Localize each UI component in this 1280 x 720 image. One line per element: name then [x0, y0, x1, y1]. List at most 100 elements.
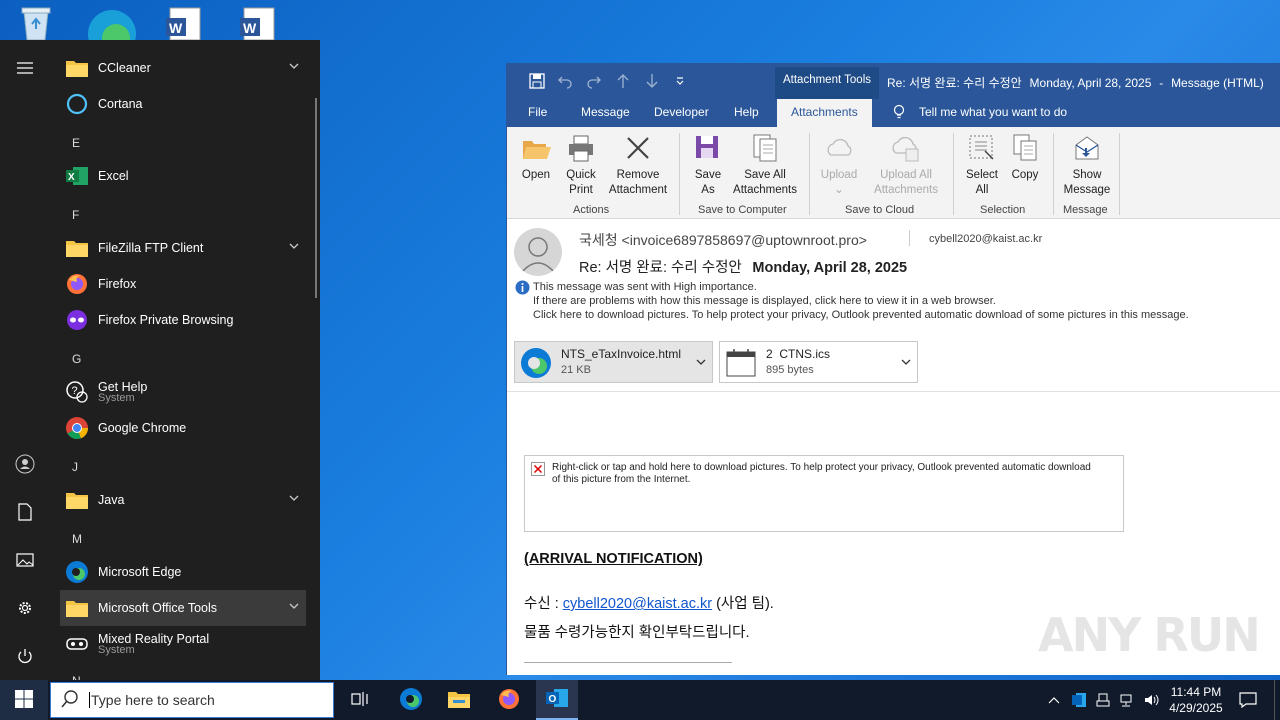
- open-folder-icon: [521, 133, 551, 168]
- upload-all-label-1: Upload All: [880, 169, 932, 181]
- app-list[interactable]: CCleaner Cortana E X Excel F FileZilla F…: [58, 40, 308, 680]
- taskbar-file-explorer[interactable]: [438, 680, 480, 720]
- section-letter-f[interactable]: F: [72, 208, 79, 222]
- show-message-button[interactable]: Show Message: [1061, 133, 1113, 198]
- open-label: Open: [521, 169, 551, 181]
- chevron-down-icon: [288, 600, 300, 614]
- attachment-html[interactable]: NTS_eTaxInvoice.html 21 KB: [514, 341, 713, 383]
- upload-label: Upload: [820, 169, 858, 181]
- upload-all-attachments-button[interactable]: Upload All Attachments: [871, 133, 941, 198]
- tab-message[interactable]: Message: [581, 105, 630, 119]
- app-excel[interactable]: X Excel: [60, 158, 306, 194]
- blocked-image-placeholder[interactable]: Right-click or tap and hold here to down…: [524, 455, 1124, 532]
- dropdown-caret-icon: ⌄: [834, 184, 844, 196]
- start-button[interactable]: [0, 680, 48, 720]
- title-kind: Message (HTML): [1171, 76, 1264, 90]
- chevron-down-icon: [288, 492, 300, 506]
- remove-label-1: Remove: [616, 169, 660, 181]
- show-desktop-button[interactable]: [1274, 680, 1280, 720]
- section-letter-m[interactable]: M: [72, 532, 82, 546]
- notifications-icon[interactable]: [1234, 680, 1262, 720]
- view-in-browser-notice[interactable]: If there are problems with how this mess…: [533, 295, 996, 307]
- app-java-folder[interactable]: Java: [60, 482, 306, 518]
- taskbar-firefox[interactable]: [488, 680, 530, 720]
- app-label: Firefox: [98, 277, 137, 291]
- app-list-scrollbar[interactable]: [315, 98, 317, 298]
- section-letter-j[interactable]: J: [72, 460, 78, 474]
- section-letter-g[interactable]: G: [72, 352, 81, 366]
- select-all-button[interactable]: Select All: [963, 133, 1001, 198]
- attachment-name: 2 CTNS.ics: [766, 347, 831, 361]
- app-microsoft-edge[interactable]: Microsoft Edge: [60, 554, 306, 590]
- download-pictures-notice[interactable]: Click here to download pictures. To help…: [533, 309, 1189, 321]
- up-arrow-icon[interactable]: [616, 73, 630, 92]
- app-mixed-reality-portal[interactable]: Mixed Reality Portal System: [60, 626, 306, 662]
- upload-button[interactable]: Upload ⌄: [817, 133, 861, 198]
- outlook-tray-icon[interactable]: [1068, 680, 1090, 720]
- select-all-icon: [967, 133, 997, 168]
- word-document-icon[interactable]: W: [164, 4, 208, 41]
- usb-device-icon[interactable]: [1092, 680, 1114, 720]
- power-icon[interactable]: [0, 636, 50, 676]
- chevron-down-icon[interactable]: [695, 356, 707, 370]
- documents-icon[interactable]: [0, 492, 50, 532]
- cortana-icon: [64, 91, 90, 117]
- folder-icon: [64, 55, 90, 81]
- tab-developer[interactable]: Developer: [654, 105, 709, 119]
- task-view-button[interactable]: [340, 680, 380, 720]
- undo-icon[interactable]: [557, 73, 573, 92]
- app-label: Excel: [98, 169, 129, 183]
- edge-icon: [399, 687, 423, 714]
- select-all-label-2: All: [975, 184, 989, 196]
- search-icon: [61, 689, 79, 711]
- app-filezilla-folder[interactable]: FileZilla FTP Client: [60, 230, 306, 266]
- pictures-icon[interactable]: [0, 540, 50, 580]
- word-document-icon[interactable]: W: [238, 4, 282, 41]
- tab-file[interactable]: File: [528, 105, 547, 119]
- taskbar-edge[interactable]: [390, 680, 432, 720]
- recipient-address[interactable]: cybell2020@kaist.ac.kr: [929, 233, 1042, 245]
- app-office-tools-folder[interactable]: Microsoft Office Tools: [60, 590, 306, 626]
- sender-address[interactable]: 국세청 <invoice6897858697@uptownroot.pro>: [579, 230, 867, 250]
- network-icon[interactable]: [1116, 680, 1138, 720]
- save-icon[interactable]: [529, 73, 545, 92]
- tab-attachments[interactable]: Attachments: [777, 99, 872, 127]
- arrival-notification-heading: (ARRIVAL NOTIFICATION): [524, 551, 703, 567]
- chevron-down-icon[interactable]: [900, 356, 912, 370]
- save-as-button[interactable]: Save As: [693, 133, 723, 198]
- quick-print-button[interactable]: Quick Print: [563, 133, 599, 198]
- blocked-image-text-line-1: Right-click or tap and hold here to down…: [552, 462, 1091, 473]
- redo-icon[interactable]: [586, 73, 602, 92]
- down-arrow-icon[interactable]: [645, 73, 659, 92]
- recycle-bin-icon[interactable]: [16, 4, 60, 41]
- app-cortana[interactable]: Cortana: [60, 86, 306, 122]
- app-firefox-private[interactable]: Firefox Private Browsing: [60, 302, 306, 338]
- remove-attachment-button[interactable]: Remove Attachment: [603, 133, 673, 198]
- copy-button[interactable]: Copy: [1007, 133, 1043, 183]
- app-firefox[interactable]: Firefox: [60, 266, 306, 302]
- app-get-help[interactable]: ? Get Help System: [60, 374, 306, 410]
- settings-gear-icon[interactable]: [0, 588, 50, 628]
- app-google-chrome[interactable]: Google Chrome: [60, 410, 306, 446]
- taskbar-search-box[interactable]: Type here to search: [50, 682, 334, 718]
- taskbar-outlook[interactable]: O: [536, 680, 578, 720]
- save-all-attachments-button[interactable]: Save All Attachments: [729, 133, 801, 198]
- edge-desktop-icon[interactable]: [88, 4, 136, 58]
- show-hidden-icons-chevron-up-icon[interactable]: [1044, 680, 1064, 720]
- ribbon: Open Quick Print Remove Attachment Actio…: [507, 127, 1280, 219]
- copy-label: Copy: [1011, 169, 1039, 181]
- volume-icon[interactable]: [1140, 680, 1162, 720]
- printer-icon: [566, 133, 596, 168]
- customize-toolbar-icon[interactable]: [675, 73, 685, 90]
- recipient-email-link[interactable]: cybell2020@kaist.ac.kr: [563, 596, 712, 612]
- attachment-ics[interactable]: 2 CTNS.ics 895 bytes: [719, 341, 918, 383]
- hamburger-menu-icon[interactable]: [0, 48, 50, 88]
- tell-me-search[interactable]: Tell me what you want to do: [919, 105, 1067, 119]
- clock[interactable]: 11:44 PM 4/29/2025: [1164, 680, 1228, 720]
- section-letter-e[interactable]: E: [72, 136, 80, 150]
- user-account-icon[interactable]: [0, 444, 50, 484]
- app-ccleaner-folder[interactable]: CCleaner: [60, 50, 306, 86]
- folder-icon: [64, 235, 90, 261]
- tab-help[interactable]: Help: [734, 105, 759, 119]
- open-button[interactable]: Open: [520, 133, 552, 183]
